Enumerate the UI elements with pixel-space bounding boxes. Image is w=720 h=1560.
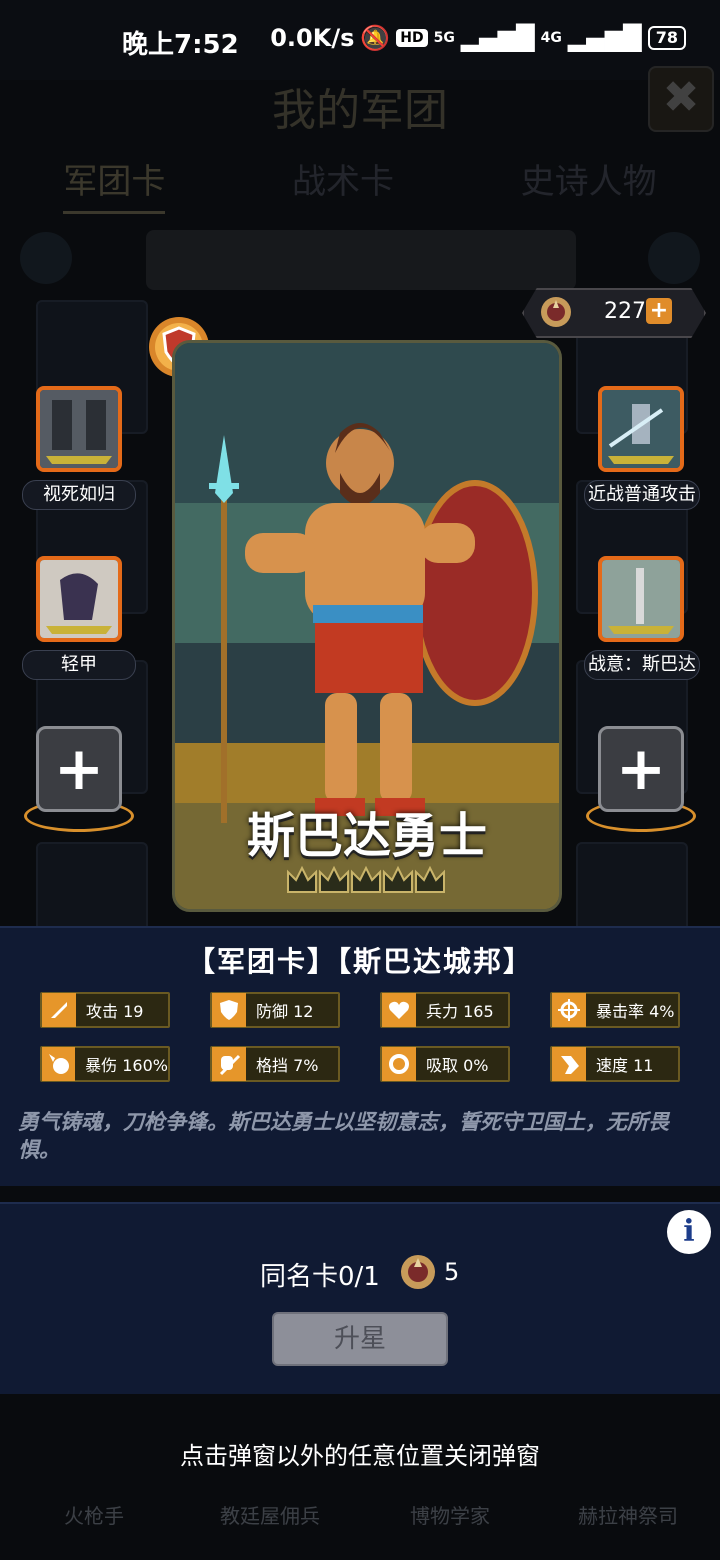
- stat-absorb: 吸取 0%: [380, 1046, 510, 1082]
- close-hint: 点击弹窗以外的任意位置关闭弹窗: [180, 1442, 540, 1470]
- skill-label: 轻甲: [22, 650, 136, 680]
- stat-block: 格挡 7%: [210, 1046, 340, 1082]
- crosshair-icon: [552, 993, 586, 1027]
- signal-icon: ▂▄▆█: [460, 24, 535, 52]
- upgrade-star-button[interactable]: 升星: [272, 1312, 448, 1366]
- stat-attack: 攻击 19: [40, 992, 170, 1028]
- signal-4g-label: 4G: [540, 30, 562, 46]
- skill-art-icon: [40, 390, 118, 468]
- speed-icon: [552, 1047, 586, 1081]
- stat-text: 暴伤 160%: [85, 1056, 168, 1075]
- plus-icon: +: [53, 734, 105, 804]
- stat-text: 吸取 0%: [426, 1056, 489, 1075]
- network-speed: 0.0K/s: [270, 24, 355, 52]
- skill-slot-left-1[interactable]: [36, 386, 122, 472]
- close-icon[interactable]: ✖: [648, 66, 714, 132]
- skill-art-icon: [602, 390, 680, 468]
- mute-icon: 🔕: [360, 24, 391, 52]
- currency-value: 227: [604, 299, 646, 324]
- currency-display: 227 +: [522, 288, 706, 338]
- crown-rating-icon: [287, 865, 445, 893]
- status-bar: 晚上7:52 0.0K/s 🔕 HD 5G ▂▄▆█ 4G ▂▄▆█ 78: [0, 0, 720, 80]
- plus-icon: +: [615, 734, 667, 804]
- duplicate-card-count: 同名卡0/1: [260, 1262, 380, 1292]
- stat-crit-rate: 暴击率 4%: [550, 992, 680, 1028]
- stat-text: 攻击 19: [86, 1002, 144, 1021]
- emblem-icon: [541, 297, 571, 327]
- tab-tactic-cards[interactable]: 战术卡: [292, 154, 394, 214]
- grid-label: 博物学家: [410, 1504, 490, 1528]
- signal-5g-label: 5G: [433, 30, 455, 46]
- sword-icon: [42, 993, 76, 1027]
- upgrade-cost: 5: [444, 1258, 460, 1286]
- card-info-panel: 【军团卡】【斯巴达城邦】 攻击 19 防御 12 兵力 165 暴击率 4% 暴…: [0, 926, 720, 1186]
- skill-slot-right-2[interactable]: [598, 556, 684, 642]
- skill-slot-left-2[interactable]: [36, 556, 122, 642]
- shield-icon: [212, 993, 246, 1027]
- tab-legion-cards[interactable]: 军团卡: [63, 154, 166, 214]
- parry-icon: [212, 1047, 246, 1081]
- stat-defense: 防御 12: [210, 992, 340, 1028]
- grid-label: 火枪手: [64, 1504, 124, 1528]
- stat-text: 暴击率 4%: [596, 1002, 675, 1021]
- stat-speed: 速度 11: [550, 1046, 680, 1082]
- skill-label: 战意：斯巴达: [584, 650, 700, 680]
- tab-epic-heroes[interactable]: 史诗人物: [521, 154, 657, 214]
- stat-text: 防御 12: [256, 1002, 314, 1021]
- battery-icon: 78: [647, 26, 686, 50]
- skill-art-icon: [602, 560, 680, 638]
- stat-text: 兵力 165: [426, 1002, 494, 1021]
- skill-label: 视死如归: [22, 480, 136, 510]
- filter-icon[interactable]: [648, 232, 700, 284]
- stat-text: 格挡 7%: [256, 1056, 319, 1075]
- heart-icon: [382, 993, 416, 1027]
- hero-name: 斯巴达勇士: [246, 808, 487, 864]
- hd-badge: HD: [396, 29, 428, 47]
- grid-label: 赫拉神祭司: [578, 1504, 678, 1528]
- grid-label: 教廷屋佣兵: [220, 1504, 320, 1528]
- tab-bar: 军团卡 战术卡 史诗人物: [0, 154, 720, 214]
- add-currency-button[interactable]: +: [646, 298, 672, 324]
- page-title: 我的军团: [272, 85, 448, 136]
- skill-art-icon: [40, 560, 118, 638]
- add-skill-button-right[interactable]: +: [598, 726, 684, 812]
- skill-label: 近战普通攻击: [584, 480, 700, 510]
- info-icon[interactable]: i: [667, 1210, 711, 1254]
- menu-icon[interactable]: [20, 232, 72, 284]
- status-indicators: 0.0K/s 🔕 HD 5G ▂▄▆█ 4G ▂▄▆█ 78: [270, 24, 686, 52]
- stat-troops: 兵力 165: [380, 992, 510, 1028]
- signal-icon-2: ▂▄▆█: [567, 24, 642, 52]
- stat-text: 速度 11: [596, 1056, 654, 1075]
- absorb-icon: [382, 1047, 416, 1081]
- upgrade-panel: i 同名卡0/1 5 升星: [0, 1202, 720, 1394]
- card-description: 勇气铸魂，刀枪争锋。斯巴达勇士以坚韧意志，誓死守卫国土，无所畏惧。: [18, 1110, 669, 1162]
- add-skill-button-left[interactable]: +: [36, 726, 122, 812]
- skill-slot-right-1[interactable]: [598, 386, 684, 472]
- search-input[interactable]: [146, 230, 576, 290]
- card-header: 【军团卡】【斯巴达城邦】: [186, 945, 533, 978]
- emblem-icon: [401, 1255, 435, 1289]
- burst-icon: [42, 1047, 76, 1081]
- stat-crit-damage: 暴伤 160%: [40, 1046, 170, 1082]
- status-time: 晚上7:52: [122, 30, 239, 60]
